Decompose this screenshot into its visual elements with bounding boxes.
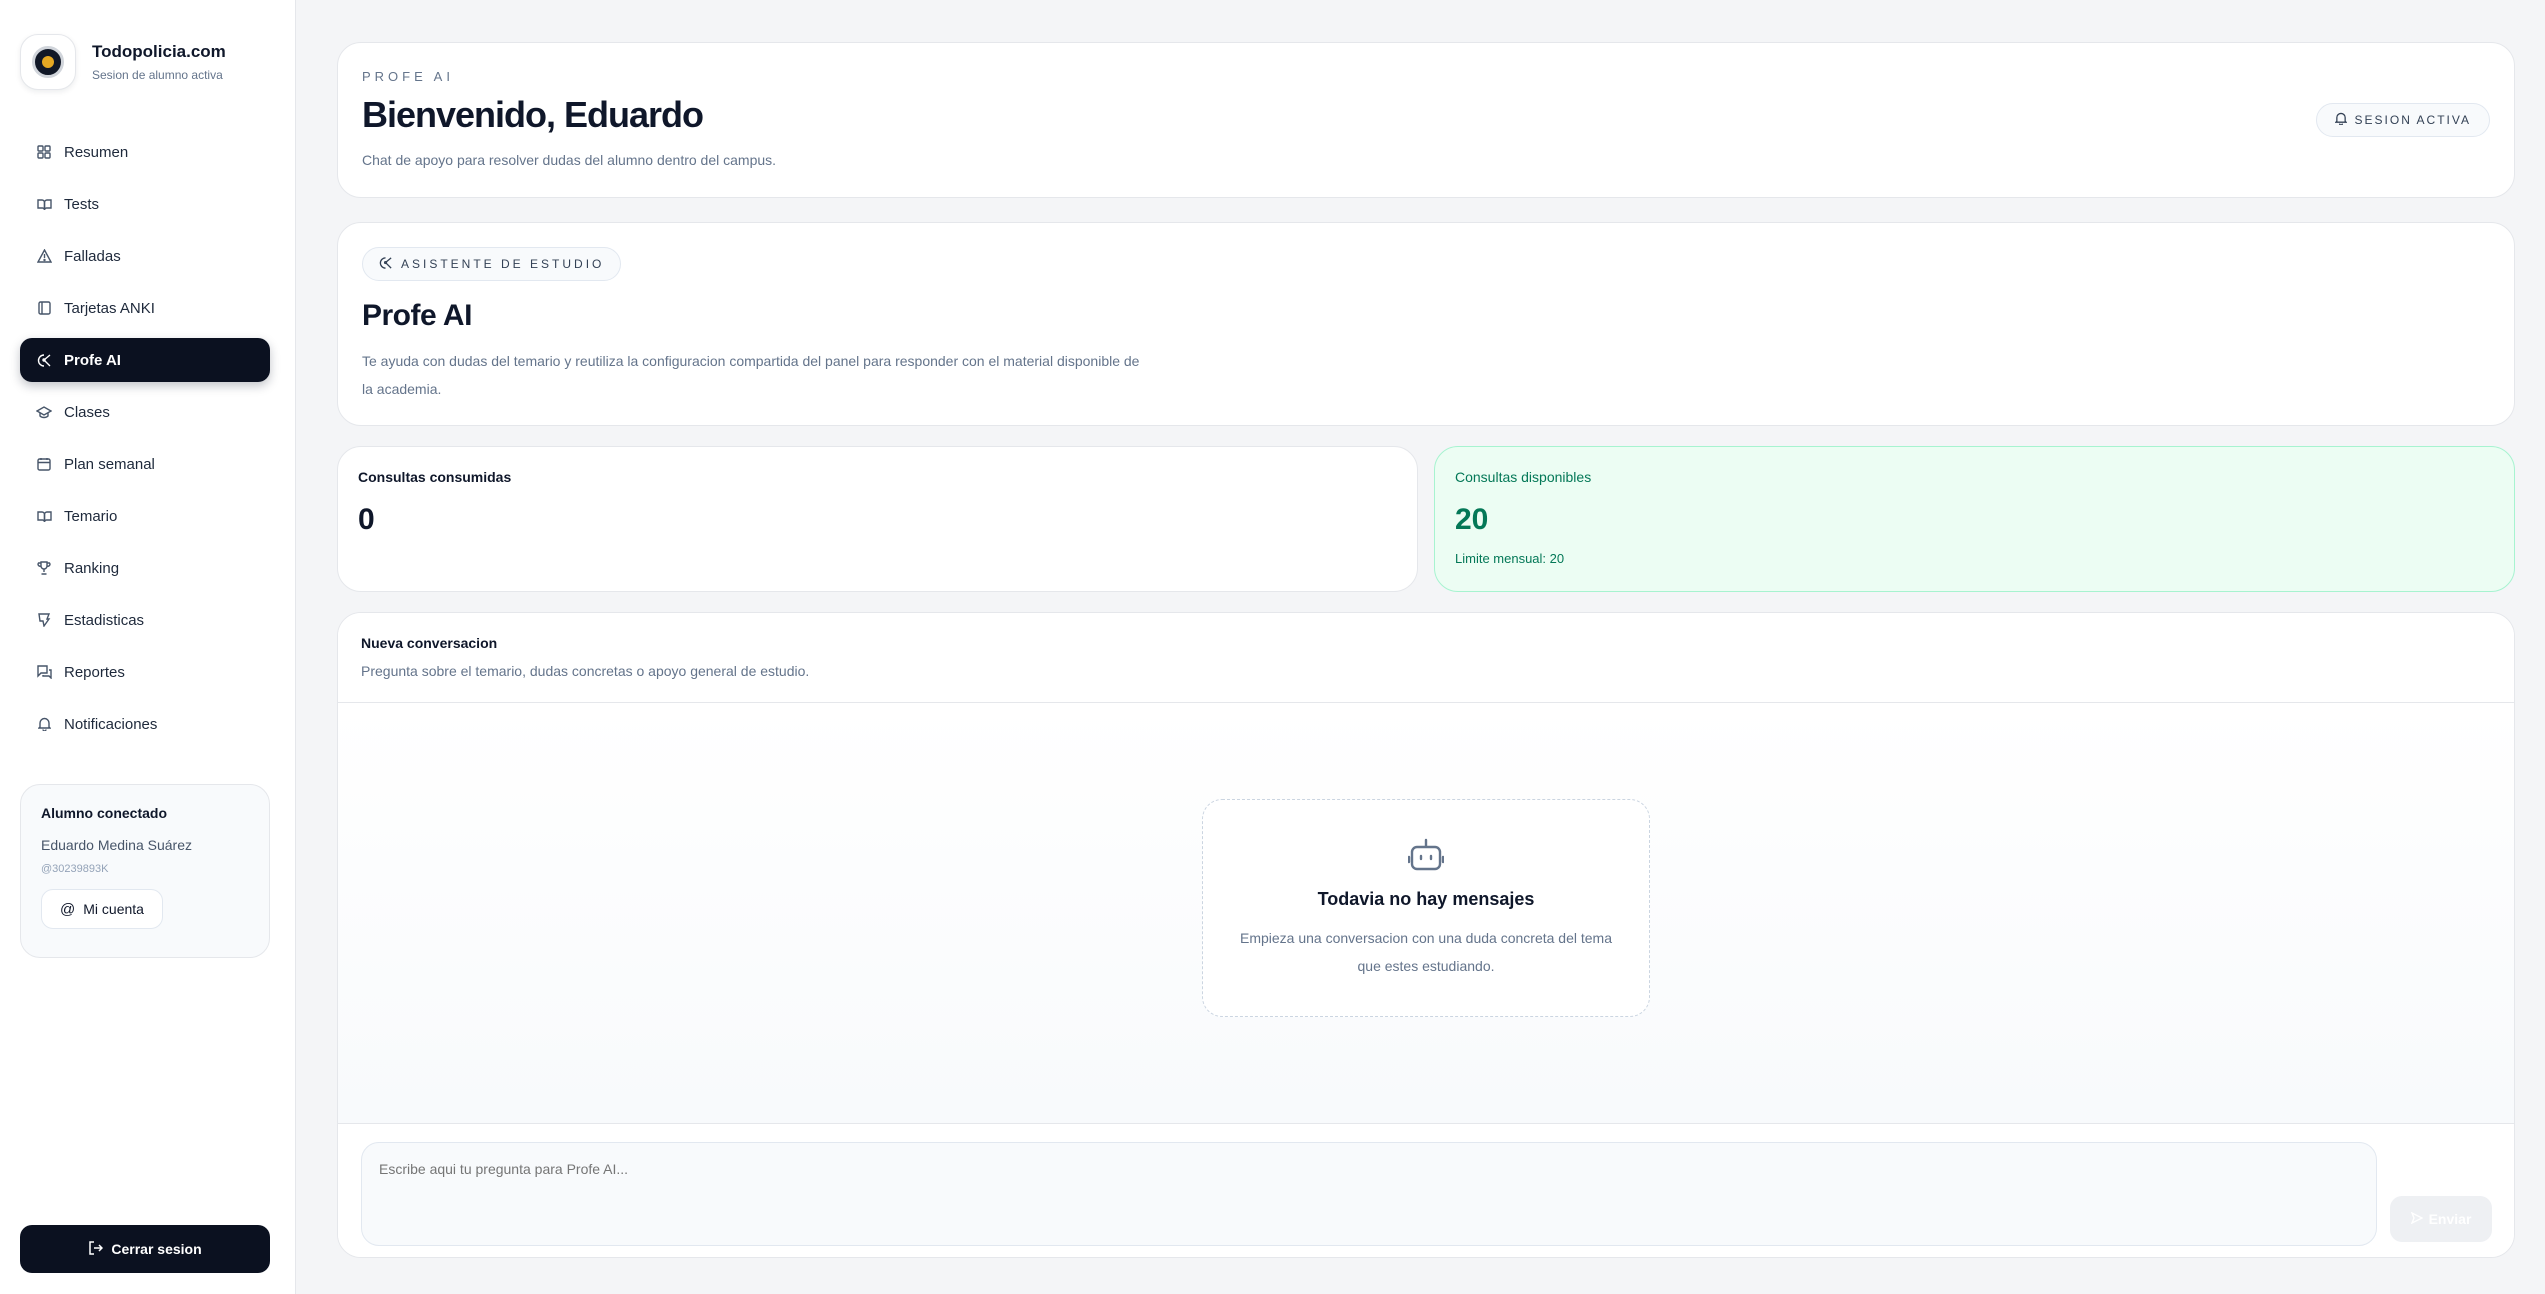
sidebar: Todopolicia.com Sesion de alumno activa … — [0, 0, 296, 1294]
logout-icon — [88, 1240, 104, 1258]
message-input[interactable] — [361, 1142, 2377, 1246]
stat-available-note: Limite mensual: 20 — [1455, 551, 1565, 566]
police-seal-icon — [32, 46, 64, 78]
stat-consumed-label: Consultas consumidas — [358, 469, 512, 485]
assistant-badge-label: ASISTENTE DE ESTUDIO — [401, 257, 605, 271]
sidebar-item-plan-semanal[interactable]: Plan semanal — [20, 442, 270, 486]
bell-icon — [2333, 112, 2348, 128]
chart-icon — [36, 612, 52, 628]
sidebar-item-label: Reportes — [64, 663, 125, 681]
ai-brain-icon — [36, 352, 52, 368]
chat-header: Nueva conversacion Pregunta sobre el tem… — [338, 613, 2514, 703]
trophy-icon — [36, 560, 52, 576]
account-button[interactable]: @ Mi cuenta — [41, 889, 163, 929]
sidebar-item-tests[interactable]: Tests — [20, 182, 270, 226]
send-icon — [2410, 1211, 2424, 1227]
assistant-card: ASISTENTE DE ESTUDIO Profe AI Te ayuda c… — [337, 222, 2515, 426]
chat-composer: Enviar — [338, 1123, 2514, 1257]
calendar-icon — [36, 456, 52, 472]
robot-icon — [1407, 838, 1445, 877]
session-status-label: SESION ACTIVA — [2354, 113, 2471, 127]
brand: Todopolicia.com Sesion de alumno activa — [20, 34, 226, 90]
sidebar-item-notificaciones[interactable]: Notificaciones — [20, 702, 270, 746]
assistant-title: Profe AI — [362, 299, 472, 332]
sidebar-item-resumen[interactable]: Resumen — [20, 130, 270, 174]
stat-available: Consultas disponibles 20 Limite mensual:… — [1434, 446, 2515, 592]
sidebar-item-label: Tests — [64, 195, 100, 213]
session-status-badge: SESION ACTIVA — [2315, 103, 2490, 137]
stat-available-label: Consultas disponibles — [1455, 469, 1592, 485]
empty-state-title: Todavia no hay mensajes — [1317, 889, 1535, 909]
sidebar-item-ranking[interactable]: Ranking — [20, 546, 270, 590]
sidebar-item-reportes[interactable]: Reportes — [20, 650, 270, 694]
send-button[interactable]: Enviar — [2390, 1196, 2492, 1242]
sidebar-item-label: Tarjetas ANKI — [64, 299, 155, 317]
brand-subtitle: Sesion de alumno activa — [92, 68, 223, 82]
user-name: Eduardo Medina Suárez — [41, 837, 192, 853]
sidebar-item-label: Estadisticas — [64, 611, 145, 629]
sidebar-item-clases[interactable]: Clases — [20, 390, 270, 434]
sidebar-item-falladas[interactable]: Falladas — [20, 234, 270, 278]
report-icon — [36, 664, 52, 680]
stat-consumed-value: 0 — [358, 503, 375, 536]
chat-description: Pregunta sobre el temario, dudas concret… — [361, 663, 810, 679]
book-icon — [36, 508, 52, 524]
send-button-label: Enviar — [2428, 1211, 2472, 1227]
header-card: PROFE AI Bienvenido, Eduardo Chat de apo… — [337, 42, 2515, 198]
sidebar-item-temario[interactable]: Temario — [20, 494, 270, 538]
warning-triangle-icon — [36, 248, 52, 264]
page-title: Bienvenido, Eduardo — [362, 94, 704, 135]
empty-state-description: Empieza una conversacion con una duda co… — [1239, 930, 1612, 974]
user-card-title: Alumno conectado — [41, 805, 168, 821]
sidebar-item-label: Ranking — [64, 559, 120, 577]
cards-icon — [36, 300, 52, 316]
bell-icon — [36, 716, 52, 732]
brand-logo — [20, 34, 76, 90]
sidebar-item-label: Falladas — [64, 247, 121, 265]
brand-title: Todopolicia.com — [92, 42, 226, 61]
chat-panel: Nueva conversacion Pregunta sobre el tem… — [337, 612, 2515, 1258]
sidebar-item-label: Temario — [64, 507, 118, 525]
sidebar-item-label: Clases — [64, 403, 110, 421]
sidebar-item-label: Notificaciones — [64, 715, 158, 733]
sidebar-item-label: Profe AI — [64, 351, 121, 369]
sidebar-item-tarjetas-anki[interactable]: Tarjetas ANKI — [20, 286, 270, 330]
grid-icon — [36, 144, 52, 160]
book-open-icon — [36, 196, 52, 212]
ai-brain-icon — [379, 256, 393, 273]
stat-consumed: Consultas consumidas 0 — [337, 446, 1418, 592]
sidebar-item-estadisticas[interactable]: Estadisticas — [20, 598, 270, 642]
page-eyebrow: PROFE AI — [362, 69, 454, 84]
stat-available-value: 20 — [1455, 503, 1489, 536]
at-sign-icon: @ — [60, 900, 76, 918]
chat-title: Nueva conversacion — [361, 635, 498, 651]
sidebar-item-label: Plan semanal — [64, 455, 155, 473]
user-id: @30239893K — [41, 863, 109, 875]
sidebar-item-profe-ai[interactable]: Profe AI — [20, 338, 270, 382]
assistant-description: Te ayuda con dudas del temario y reutili… — [362, 353, 1140, 397]
logout-button[interactable]: Cerrar sesion — [20, 1225, 270, 1273]
sidebar-nav: Resumen Tests Falladas Tarjetas ANKI Pro… — [20, 130, 270, 754]
page-description: Chat de apoyo para resolver dudas del al… — [362, 152, 777, 168]
assistant-badge: ASISTENTE DE ESTUDIO — [362, 247, 622, 281]
sidebar-item-label: Resumen — [64, 143, 129, 161]
empty-state: Todavia no hay mensajes Empieza una conv… — [1202, 799, 1650, 1017]
graduation-cap-icon — [36, 404, 52, 420]
user-card: Alumno conectado Eduardo Medina Suárez @… — [20, 784, 270, 958]
chat-messages-area[interactable]: Todavia no hay mensajes Empieza una conv… — [338, 703, 2514, 1123]
logout-button-label: Cerrar sesion — [111, 1241, 202, 1257]
account-button-label: Mi cuenta — [83, 901, 144, 917]
